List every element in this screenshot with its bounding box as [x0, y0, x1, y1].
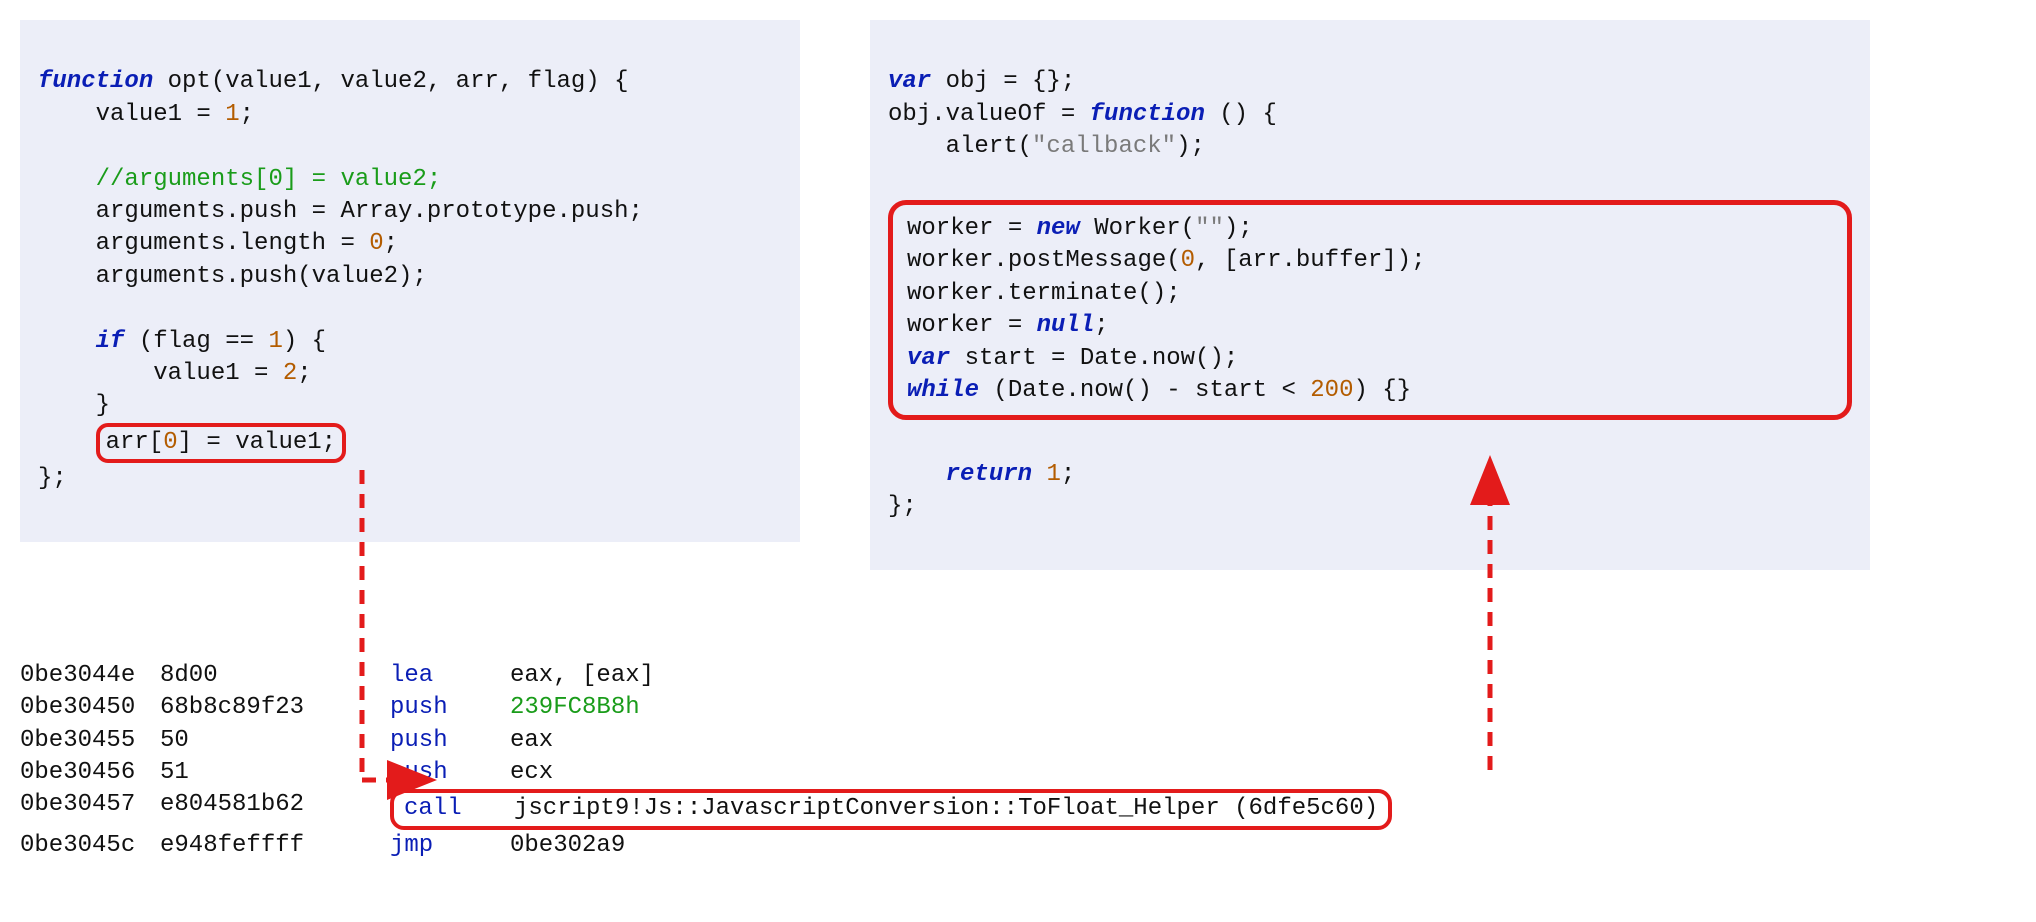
left-l2n: 1	[225, 101, 239, 128]
asm-bytes: e804581b62	[160, 789, 390, 829]
right-w2n: 0	[1181, 247, 1195, 274]
left-l9b: (flag ==	[124, 328, 268, 355]
left-l6: arguments.length =	[38, 230, 369, 257]
left-l10: value1 =	[38, 360, 283, 387]
left-l11: }	[38, 392, 110, 419]
asm-mnemonic: call	[404, 793, 514, 825]
kw-function: function	[38, 68, 153, 95]
asm-row: 0be3045068b8c89f23push239FC8B8h	[20, 692, 2016, 724]
right-w1: worker =	[907, 215, 1037, 242]
right-w4e: ;	[1094, 312, 1108, 339]
right-l2: obj.valueOf =	[888, 101, 1090, 128]
left-l12n: 0	[163, 429, 177, 456]
left-l12b: ] = value1;	[178, 429, 336, 456]
right-w1s: ""	[1195, 215, 1224, 242]
left-l6n: 0	[369, 230, 383, 257]
highlight-worker-block: worker = new Worker(""); worker.postMess…	[888, 200, 1852, 420]
kw-new: new	[1037, 215, 1080, 242]
right-r1n: 1	[1046, 461, 1060, 488]
right-r1e: ;	[1061, 461, 1075, 488]
asm-row: 0be3044e8d00leaeax, [eax]	[20, 660, 2016, 692]
asm-bytes: 51	[160, 757, 390, 789]
asm-operand: eax	[510, 725, 2016, 757]
asm-addr: 0be30456	[20, 757, 160, 789]
right-code-pane: var obj = {}; obj.valueOf = function () …	[870, 20, 1870, 570]
asm-addr: 0be3044e	[20, 660, 160, 692]
left-l2e: ;	[240, 101, 254, 128]
asm-operand: eax, [eax]	[510, 660, 2016, 692]
asm-operand: ecx	[510, 757, 2016, 789]
asm-bytes: 8d00	[160, 660, 390, 692]
right-w4: worker =	[907, 312, 1037, 339]
right-w3: worker.terminate();	[907, 280, 1181, 307]
right-w1e: );	[1224, 215, 1253, 242]
asm-bytes: 50	[160, 725, 390, 757]
right-l3s: "callback"	[1032, 133, 1176, 160]
left-l10e: ;	[297, 360, 311, 387]
left-l6e: ;	[384, 230, 398, 257]
right-l3: alert(	[888, 133, 1032, 160]
highlight-call: calljscript9!Js::JavascriptConversion::T…	[390, 789, 1392, 829]
right-end: };	[888, 493, 917, 520]
left-l9e: ) {	[283, 328, 326, 355]
right-l3e: );	[1176, 133, 1205, 160]
right-l1b: obj = {};	[931, 68, 1075, 95]
right-w6e: ) {}	[1354, 377, 1412, 404]
kw-null: null	[1037, 312, 1095, 339]
left-l7: arguments.push(value2);	[38, 263, 427, 290]
asm-mnemonic: push	[390, 757, 510, 789]
right-w2b: , [arr.buffer]);	[1195, 247, 1425, 274]
left-code-pane: function opt(value1, value2, arr, flag) …	[20, 20, 800, 542]
kw-var1: var	[888, 68, 931, 95]
right-w5b: start = Date.now();	[950, 345, 1238, 372]
asm-mnemonic: push	[390, 692, 510, 724]
right-w6n: 200	[1310, 377, 1353, 404]
left-l10n: 2	[283, 360, 297, 387]
right-w1b: Worker(	[1080, 215, 1195, 242]
left-l1b: opt(value1, value2, arr, flag) {	[153, 68, 628, 95]
kw-function2: function	[1090, 101, 1205, 128]
highlight-arr-assign: arr[0] = value1;	[96, 423, 346, 463]
right-w2: worker.postMessage(	[907, 247, 1181, 274]
asm-row: 0be3045651pushecx	[20, 757, 2016, 789]
asm-row: 0be3045ce948feffffjmp0be302a9	[20, 830, 2016, 862]
left-l9n: 1	[268, 328, 282, 355]
asm-row: 0be3045550pusheax	[20, 725, 2016, 757]
kw-if: if	[38, 328, 124, 355]
left-l5: arguments.push = Array.prototype.push;	[38, 198, 643, 225]
asm-addr: 0be30450	[20, 692, 160, 724]
kw-while: while	[907, 377, 979, 404]
asm-mnemonic: lea	[390, 660, 510, 692]
asm-operand: jscript9!Js::JavascriptConversion::ToFlo…	[514, 795, 1378, 822]
left-l13: };	[38, 465, 67, 492]
asm-addr: 0be30457	[20, 789, 160, 829]
asm-mnemonic: push	[390, 725, 510, 757]
asm-block: 0be3044e8d00leaeax, [eax]0be3045068b8c89…	[20, 660, 2016, 862]
left-l12a: arr[	[106, 429, 164, 456]
left-l2: value1 =	[38, 101, 225, 128]
asm-bytes: e948feffff	[160, 830, 390, 862]
asm-bytes: 68b8c89f23	[160, 692, 390, 724]
asm-addr: 0be30455	[20, 725, 160, 757]
asm-mnemonic: jmp	[390, 830, 510, 862]
kw-var2: var	[907, 345, 950, 372]
right-w6b: (Date.now() - start <	[979, 377, 1310, 404]
right-l2b: () {	[1205, 101, 1277, 128]
asm-addr: 0be3045c	[20, 830, 160, 862]
asm-row: 0be30457e804581b62calljscript9!Js::Javas…	[20, 789, 2016, 829]
top-row: function opt(value1, value2, arr, flag) …	[20, 20, 2016, 570]
left-l4: //arguments[0] = value2;	[38, 166, 441, 193]
asm-operand: 0be302a9	[510, 830, 2016, 862]
right-r1b	[1032, 461, 1046, 488]
asm-operand: 239FC8B8h	[510, 692, 2016, 724]
kw-return: return	[888, 461, 1032, 488]
